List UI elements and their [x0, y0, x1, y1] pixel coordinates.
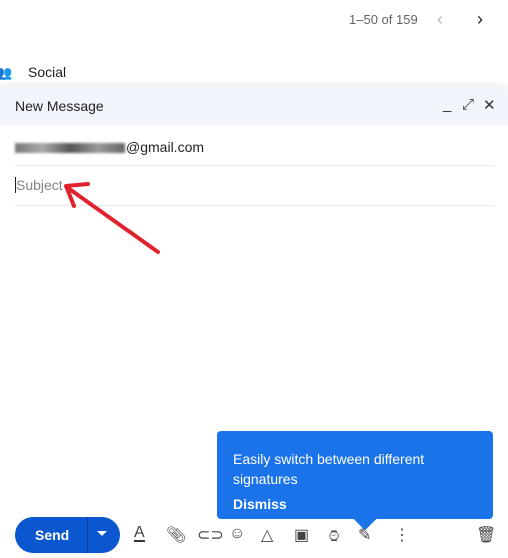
divider [87, 517, 88, 553]
signature-icon[interactable]: ✎ [358, 525, 371, 545]
trash-icon[interactable]: 🗑︎ [476, 525, 496, 545]
tooltip-message: Easily switch between different signatur… [233, 451, 425, 487]
dismiss-button[interactable]: Dismiss [233, 496, 287, 512]
chevron-right-icon[interactable]: › [477, 9, 483, 30]
minimize-icon[interactable]: _ [443, 96, 451, 113]
photo-icon[interactable]: ▣ [294, 525, 309, 545]
link-icon[interactable]: ⊂⊃ [197, 525, 224, 545]
send-button[interactable]: Send [35, 527, 69, 543]
more-icon[interactable]: ⋮ [394, 525, 410, 545]
schedule-icon[interactable]: ⌚︎ [326, 525, 342, 548]
redacted-recipient [15, 143, 125, 154]
people-icon: 👥 [0, 65, 13, 80]
red-arrow-annotation [64, 182, 160, 254]
chevron-left-icon[interactable]: ‹ [437, 9, 443, 30]
expand-icon[interactable]: ⤢ [462, 96, 474, 113]
pagination-range: 1–50 of 159 [349, 12, 418, 27]
formatting-icon[interactable]: A [134, 525, 145, 542]
recipients-field[interactable]: @gmail.com [15, 126, 493, 166]
close-icon[interactable]: ✕ [483, 96, 496, 114]
emoji-icon[interactable]: ☺ [229, 525, 245, 543]
compose-title: New Message [15, 98, 104, 114]
attach-icon[interactable]: 📎︎ [166, 525, 186, 545]
signature-tooltip: Easily switch between different signatur… [217, 431, 493, 531]
recipient-domain: @gmail.com [126, 139, 205, 155]
send-options-dropdown-icon[interactable] [97, 531, 107, 536]
send-button-group: Send [15, 517, 120, 553]
compose-header: New Message _ ⤢ ✕ [0, 86, 508, 126]
drive-icon[interactable]: △ [261, 525, 273, 545]
